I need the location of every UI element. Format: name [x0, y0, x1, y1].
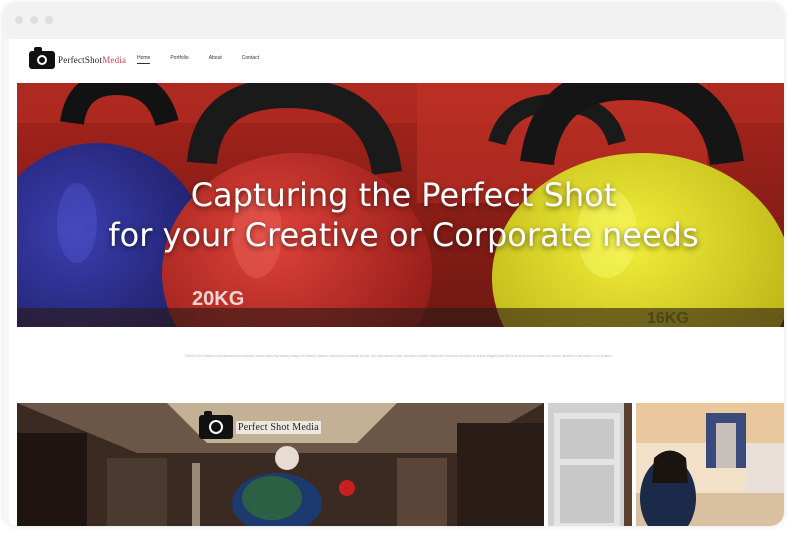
nav-item-home[interactable]: Home	[137, 55, 151, 64]
camera-icon	[29, 47, 55, 69]
browser-titlebar	[3, 3, 784, 39]
camera-icon	[199, 411, 233, 439]
gallery-strip: Perfect Shot Media	[17, 403, 784, 526]
close-window-button[interactable]	[15, 16, 23, 24]
kettlebell-label: 20KG	[192, 288, 244, 310]
browser-window: PerfectShotMedia Home Portfolio About Co…	[3, 3, 784, 526]
watermark-logo-text: Perfect Shot Media	[236, 420, 321, 434]
gallery-tile-store[interactable]: Perfect Shot Media	[17, 403, 544, 526]
web-page: PerfectShotMedia Home Portfolio About Co…	[9, 39, 784, 526]
gallery-tile-boutique[interactable]	[636, 403, 784, 526]
intro-paragraph: Perfect Shot Media is a professional pho…	[185, 354, 613, 358]
nav-item-portfolio[interactable]: Portfolio	[170, 55, 188, 61]
nav-item-contact[interactable]: Contact	[242, 55, 259, 61]
watermark-logo: Perfect Shot Media	[199, 411, 321, 439]
hero-title-line-1: Capturing the Perfect Shot	[190, 176, 617, 214]
logo-text: PerfectShotMedia	[58, 55, 127, 65]
boutique-image	[636, 403, 784, 526]
door-image	[548, 403, 632, 526]
minimize-window-button[interactable]	[30, 16, 38, 24]
site-header: PerfectShotMedia Home Portfolio About Co…	[9, 39, 784, 83]
hero-title-line-2: for your Creative or Corporate needs	[108, 216, 699, 254]
hero-banner: 20KG 16KG Capturing the Perfect Shot for…	[17, 83, 784, 327]
gallery-tile-door[interactable]	[548, 403, 632, 526]
hero-title: Capturing the Perfect Shot for your Crea…	[17, 175, 784, 255]
maximize-window-button[interactable]	[45, 16, 53, 24]
kettlebell-label-2: 16KG	[647, 310, 689, 327]
main-nav: Home Portfolio About Contact	[137, 55, 279, 64]
site-logo[interactable]: PerfectShotMedia	[29, 47, 127, 71]
nav-item-about[interactable]: About	[209, 55, 222, 61]
